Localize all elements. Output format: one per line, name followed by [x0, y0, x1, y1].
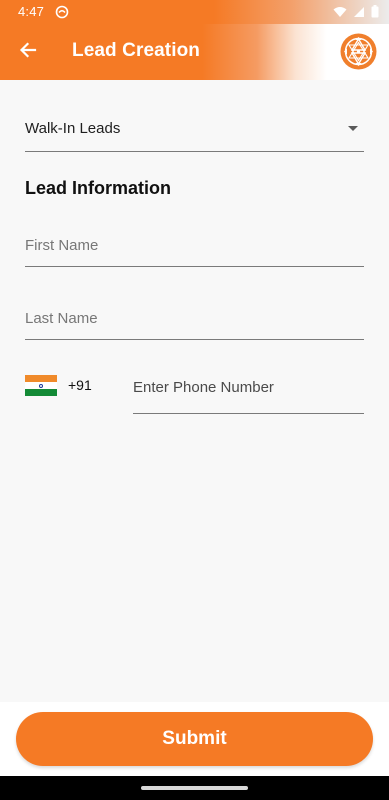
first-name-field[interactable]: [25, 223, 364, 267]
status-time: 4:47: [18, 4, 45, 19]
app-bar: Lead Creation: [0, 24, 389, 80]
submit-button[interactable]: Submit: [16, 712, 373, 766]
last-name-input[interactable]: [25, 296, 364, 339]
sri-yantra-logo[interactable]: [340, 33, 377, 70]
phone-field[interactable]: [133, 370, 364, 414]
back-button[interactable]: [14, 38, 42, 66]
page-title: Lead Creation: [72, 40, 200, 61]
system-nav-bar: [0, 776, 389, 800]
bottom-action-area: Submit: [0, 702, 389, 776]
phone-row: +91: [25, 370, 364, 415]
lead-type-dropdown[interactable]: Walk-In Leads: [25, 108, 364, 152]
status-indicators: [333, 5, 379, 18]
arrow-left-icon: [18, 40, 38, 65]
battery-icon: [371, 5, 379, 18]
caret-down-icon: [348, 126, 358, 131]
country-dial-code[interactable]: +91: [68, 377, 92, 393]
wifi-icon: [333, 6, 347, 18]
india-flag-icon[interactable]: [25, 375, 57, 396]
lead-type-value: Walk-In Leads: [25, 120, 121, 137]
last-name-field[interactable]: [25, 296, 364, 340]
status-notification-icon: [55, 5, 69, 19]
lead-form: Walk-In Leads Lead Information +91: [0, 80, 389, 702]
phone-input[interactable]: [133, 370, 364, 404]
signal-icon: [353, 6, 365, 18]
screen: 4:47 Lead Creation Walk-In Leads Lead In…: [0, 0, 389, 800]
first-name-input[interactable]: [25, 223, 364, 266]
home-indicator[interactable]: [141, 786, 248, 790]
status-bar: 4:47: [0, 0, 389, 24]
section-title: Lead Information: [25, 178, 172, 198]
